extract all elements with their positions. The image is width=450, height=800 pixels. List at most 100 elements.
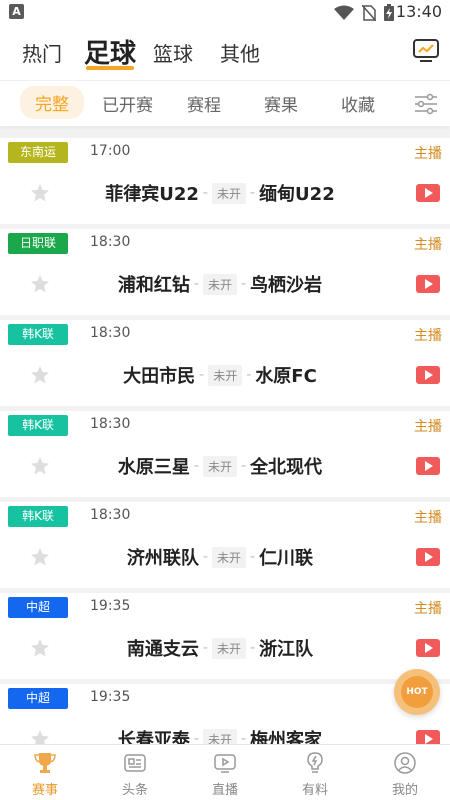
- anchor-stream-link[interactable]: 主播: [414, 507, 442, 527]
- subtab-results[interactable]: 赛果: [264, 91, 298, 116]
- away-team: 仁川联: [259, 548, 314, 569]
- home-team: 南通支云: [126, 639, 199, 660]
- match-status: 未开: [208, 364, 243, 386]
- video-play-icon[interactable]: [416, 275, 440, 293]
- home-team: 水原三星: [117, 457, 190, 478]
- nav-insights[interactable]: 有料: [270, 745, 360, 800]
- wifi-icon: [334, 5, 354, 20]
- hot-floating-button[interactable]: HOT: [394, 669, 440, 715]
- tab-other[interactable]: 其他: [220, 38, 260, 67]
- profile-icon: [394, 752, 416, 774]
- match-teams: 大田市民 - 未开 - 水原FC: [60, 362, 380, 388]
- video-play-icon[interactable]: [416, 366, 440, 384]
- match-teams: 南通支云 - 未开 - 浙江队: [60, 635, 380, 661]
- anchor-stream-link[interactable]: 主播: [414, 416, 442, 436]
- no-sim-icon: [362, 4, 376, 21]
- nav-label: 直播: [211, 783, 238, 798]
- match-teams: 浦和红钻 - 未开 - 鸟栖沙岩: [60, 271, 380, 297]
- lightbulb-icon: [307, 752, 323, 773]
- status-bar: A 13:40: [0, 0, 450, 24]
- match-teams: 济州联队 - 未开 - 仁川联: [60, 544, 380, 570]
- match-time: 19:35: [90, 598, 131, 614]
- news-icon: [124, 754, 146, 772]
- home-team: 浦和红钻: [117, 275, 190, 296]
- match-status: 未开: [211, 546, 246, 568]
- match-card[interactable]: 韩K联 18:30 主播 济州联队 - 未开 - 仁川联: [0, 502, 450, 588]
- nav-live[interactable]: 直播: [180, 745, 270, 800]
- filter-settings-icon[interactable]: [414, 93, 438, 115]
- anchor-stream-link[interactable]: 主播: [414, 598, 442, 618]
- match-card[interactable]: 东南运 17:00 主播 菲律宾U22 - 未开 - 缅甸U22: [0, 138, 450, 224]
- nav-profile[interactable]: 我的: [360, 745, 450, 800]
- subtab-schedule[interactable]: 赛程: [187, 91, 221, 116]
- bottom-nav: 赛事 头条 直播 有料 我的: [0, 744, 450, 800]
- match-card[interactable]: 韩K联 18:30 主播 大田市民 - 未开 - 水原FC: [0, 320, 450, 406]
- league-badge: 东南运: [8, 142, 68, 163]
- home-team: 济州联队: [126, 548, 199, 569]
- league-badge: 中超: [8, 597, 68, 618]
- away-team: 水原FC: [255, 366, 317, 387]
- subtab-started[interactable]: 已开赛: [102, 91, 153, 116]
- subtab-all[interactable]: 完整: [20, 86, 84, 119]
- match-time: 18:30: [90, 234, 131, 250]
- trophy-icon: [34, 753, 56, 773]
- favorite-star-icon[interactable]: [30, 547, 50, 567]
- match-time: 18:30: [90, 507, 131, 523]
- anchor-stream-link[interactable]: 主播: [414, 143, 442, 163]
- match-teams: 菲律宾U22 - 未开 - 缅甸U22: [60, 180, 380, 206]
- league-badge: 中超: [8, 688, 68, 709]
- match-status: 未开: [202, 455, 237, 477]
- match-card[interactable]: 日职联 18:30 主播 浦和红钻 - 未开 - 鸟栖沙岩: [0, 229, 450, 315]
- top-tab-bar: 热门 足球 篮球 其他: [0, 24, 450, 80]
- clock: 13:40: [395, 2, 442, 21]
- match-status: 未开: [211, 637, 246, 659]
- favorite-star-icon[interactable]: [30, 183, 50, 203]
- active-tab-indicator: [86, 66, 134, 70]
- nav-label: 头条: [121, 783, 148, 798]
- favorite-star-icon[interactable]: [30, 274, 50, 294]
- video-play-icon[interactable]: [416, 548, 440, 566]
- sub-tab-bar: 完整 已开赛 赛程 赛果 收藏: [0, 80, 450, 126]
- home-team: 菲律宾U22: [105, 184, 199, 205]
- tab-hot[interactable]: 热门: [22, 38, 62, 67]
- league-badge: 韩K联: [8, 506, 68, 527]
- battery-charging-icon: [384, 4, 394, 21]
- anchor-stream-link[interactable]: 主播: [414, 325, 442, 345]
- league-badge: 韩K联: [8, 415, 68, 436]
- match-time: 18:30: [90, 416, 131, 432]
- live-play-icon: [214, 754, 236, 773]
- nav-news[interactable]: 头条: [90, 745, 180, 800]
- match-time: 18:30: [90, 325, 131, 341]
- home-team: 大田市民: [123, 366, 196, 387]
- nav-events[interactable]: 赛事: [0, 745, 90, 800]
- app-screen: A 13:40 热门 足球 篮球 其他 完整 已开赛 赛程 赛果 收藏 东南运 …: [0, 0, 450, 800]
- favorite-star-icon[interactable]: [30, 638, 50, 658]
- match-time: 19:35: [90, 689, 131, 705]
- favorite-star-icon[interactable]: [30, 365, 50, 385]
- away-team: 全北现代: [250, 457, 323, 478]
- app-notification-icon: A: [9, 4, 24, 19]
- video-play-icon[interactable]: [416, 457, 440, 475]
- match-time: 17:00: [90, 143, 131, 159]
- video-play-icon[interactable]: [416, 639, 440, 657]
- nav-label: 赛事: [31, 783, 58, 798]
- away-team: 缅甸U22: [259, 184, 335, 205]
- away-team: 鸟栖沙岩: [250, 275, 323, 296]
- match-status: 未开: [202, 273, 237, 295]
- tab-football[interactable]: 足球: [84, 33, 136, 70]
- nav-label: 我的: [391, 783, 418, 798]
- favorite-star-icon[interactable]: [30, 456, 50, 476]
- video-play-icon[interactable]: [416, 184, 440, 202]
- tv-icon[interactable]: [412, 36, 440, 64]
- tab-basketball[interactable]: 篮球: [153, 38, 193, 67]
- anchor-stream-link[interactable]: 主播: [414, 234, 442, 254]
- league-badge: 韩K联: [8, 324, 68, 345]
- status-icons: [334, 4, 394, 21]
- match-card[interactable]: 中超 19:35 主播 南通支云 - 未开 - 浙江队: [0, 593, 450, 679]
- away-team: 浙江队: [259, 639, 314, 660]
- nav-label: 有料: [301, 783, 328, 798]
- subtab-favorites[interactable]: 收藏: [341, 91, 375, 116]
- match-card[interactable]: 韩K联 18:30 主播 水原三星 - 未开 - 全北现代: [0, 411, 450, 497]
- league-badge: 日职联: [8, 233, 68, 254]
- match-status: 未开: [211, 182, 246, 204]
